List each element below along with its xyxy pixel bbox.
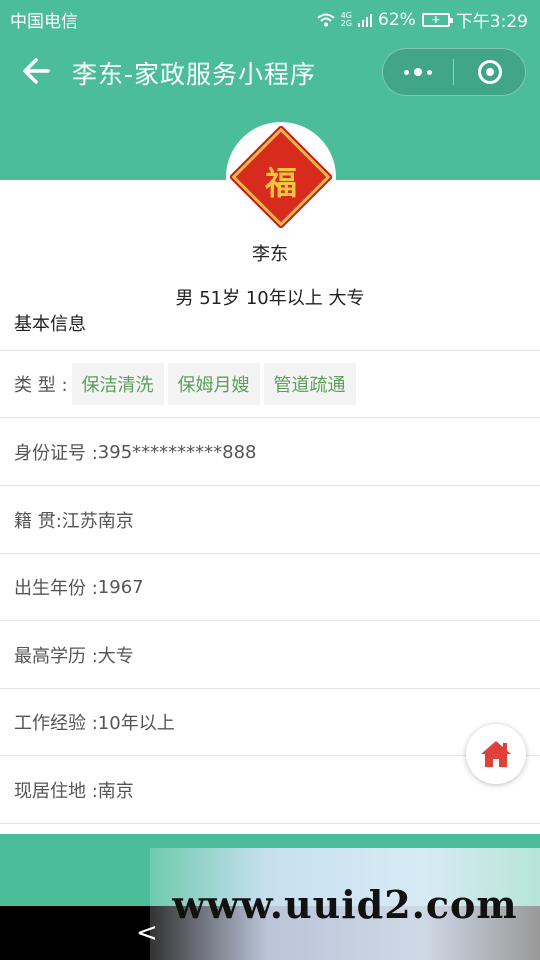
info-row-id-number: 身份证号 : 395**********888 [0, 419, 540, 486]
home-icon [481, 741, 511, 767]
watermark: www.uuid2.com [150, 848, 540, 960]
status-indicators: 4G 2G 62% + 下午3:29 [317, 7, 528, 32]
info-label: 出生年份 : [14, 578, 98, 599]
info-row-birth-year: 出生年份 : 1967 [0, 554, 540, 621]
title-bar: 李东-家政服务小程序 [0, 36, 540, 108]
service-tags: 保洁清洗 保姆月嫂 管道疏通 [71, 363, 356, 405]
info-value: 1967 [97, 576, 144, 598]
avatar-glyph: 福 [264, 164, 297, 203]
back-button[interactable] [20, 54, 54, 88]
info-row-experience: 工作经验 : 10年以上 [0, 689, 540, 756]
service-tag[interactable]: 保姆月嫂 [167, 363, 260, 405]
info-row-hometown: 籍 贯: 江苏南京 [0, 487, 540, 554]
info-label: 现居住地 : [14, 781, 98, 802]
avatar: 福 [226, 122, 336, 232]
close-mini-program-button[interactable] [454, 49, 525, 95]
target-circle-icon [477, 60, 502, 84]
info-row-education: 最高学历 : 大专 [0, 622, 540, 689]
battery-charging-icon: + [421, 12, 453, 27]
more-dots-icon [404, 68, 432, 76]
carrier-label: 中国电信 [10, 12, 78, 32]
arrow-left-icon [23, 58, 50, 84]
home-button[interactable] [466, 724, 526, 784]
fu-avatar-image: 福 [231, 127, 331, 227]
wifi-icon [317, 13, 335, 27]
info-label: 最高学历 : [14, 646, 98, 667]
status-bar: 中国电信 4G 2G 62% + 下午3:29 [0, 0, 540, 36]
more-button[interactable] [383, 49, 453, 95]
signal-icon [358, 13, 373, 27]
info-value: 江苏南京 [61, 511, 134, 532]
service-tag[interactable]: 管道疏通 [263, 363, 356, 405]
worker-summary: 男 51岁 10年以上 大专 [175, 288, 365, 309]
network-2g: 2G [340, 18, 353, 28]
mini-program-capsule [382, 48, 526, 96]
info-label: 籍 贯: [14, 511, 62, 532]
section-title: 基本信息 [14, 314, 86, 335]
watermark-text: www.uuid2.com [172, 881, 518, 927]
battery-percent: 62% [378, 9, 416, 30]
page-title: 李东-家政服务小程序 [72, 60, 317, 89]
info-label: 身份证号 : [14, 443, 98, 464]
network-type: 4G 2G [340, 11, 353, 28]
service-tag[interactable]: 保洁清洗 [71, 363, 164, 405]
info-label: 工作经验 : [14, 713, 98, 734]
clock: 下午3:29 [455, 12, 528, 32]
service-type-row: 类 型 : 保洁清洗 保姆月嫂 管道疏通 [0, 351, 540, 418]
info-value: 395**********888 [97, 441, 257, 463]
info-value: 10年以上 [97, 713, 175, 734]
info-row-residence: 现居住地 : 南京 [0, 757, 540, 824]
service-type-label: 类 型 : [14, 375, 68, 396]
info-value: 南京 [97, 781, 134, 802]
info-value: 大专 [97, 646, 134, 667]
worker-name: 李东 [252, 244, 288, 265]
